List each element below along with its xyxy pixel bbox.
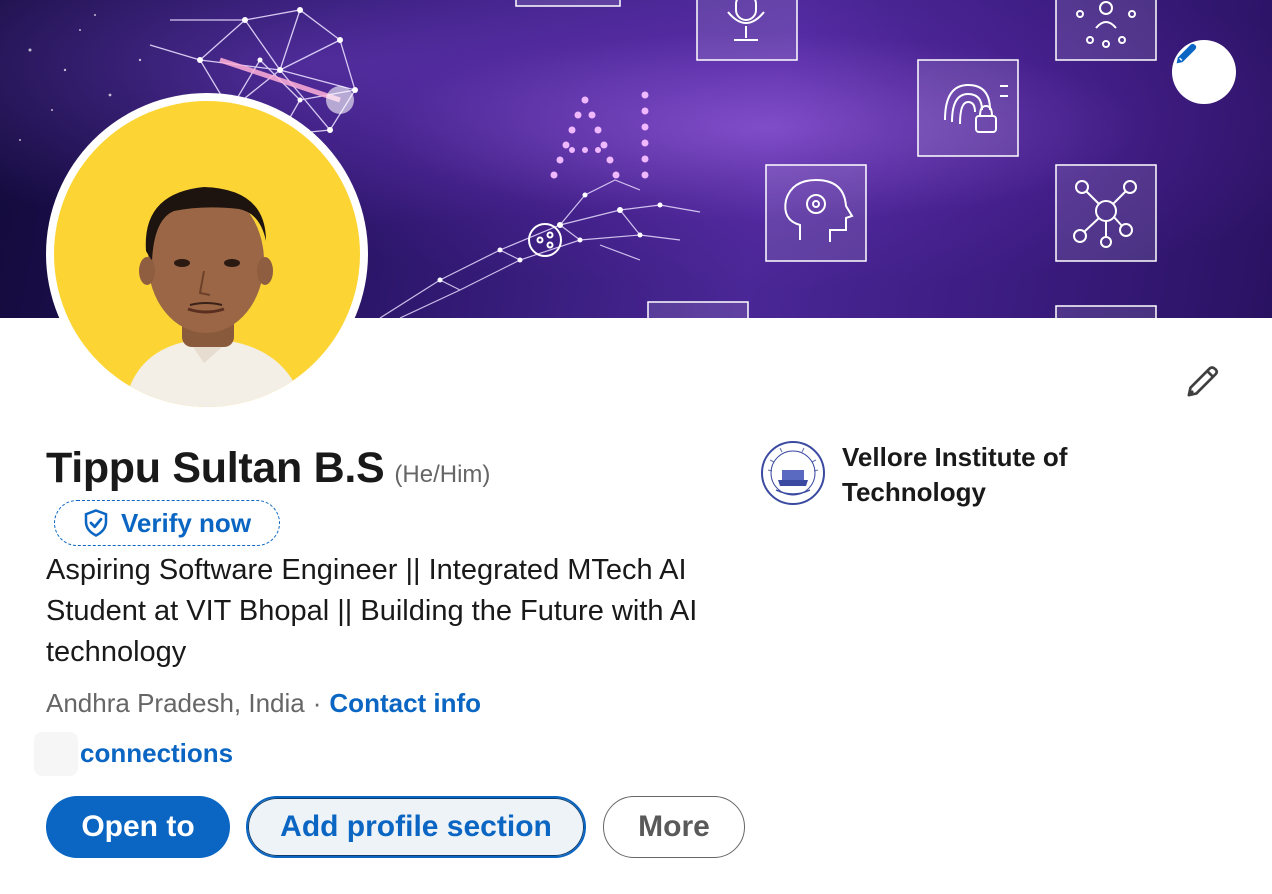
shield-check-icon (84, 509, 108, 537)
education-name[interactable]: Vellore Institute of Technology (842, 440, 1102, 510)
contact-info-link[interactable]: Contact info (329, 688, 481, 719)
more-button[interactable]: More (603, 796, 745, 858)
avatar (54, 101, 360, 407)
location-row: Andhra Pradesh, India · Contact info (46, 688, 481, 719)
pronouns: (He/Him) (394, 461, 491, 488)
add-profile-section-button[interactable]: Add profile section (246, 796, 586, 858)
name-row: Tippu Sultan B.S (He/Him) (46, 444, 490, 493)
edit-intro-button[interactable] (1180, 358, 1226, 404)
edit-banner-button[interactable] (1172, 40, 1236, 104)
profile-photo[interactable] (46, 93, 368, 415)
vit-logo-icon (761, 441, 825, 505)
location: Andhra Pradesh, India (46, 688, 305, 718)
verify-now-button[interactable]: Verify now (54, 500, 280, 546)
verify-label: Verify now (121, 507, 252, 538)
separator-dot: · (312, 688, 322, 718)
pencil-icon (1187, 366, 1219, 397)
connections-link[interactable]: connections (80, 738, 233, 769)
education-entry[interactable]: Vellore Institute of Technology (760, 440, 1102, 510)
connections-avatar-placeholder (34, 732, 78, 776)
open-to-button[interactable]: Open to (46, 796, 230, 858)
profile-headline: Aspiring Software Engineer || Integrated… (46, 554, 698, 668)
profile-name: Tippu Sultan B.S (46, 444, 385, 492)
pencil-icon (1176, 43, 1197, 64)
person-photo-graphic (124, 187, 304, 407)
